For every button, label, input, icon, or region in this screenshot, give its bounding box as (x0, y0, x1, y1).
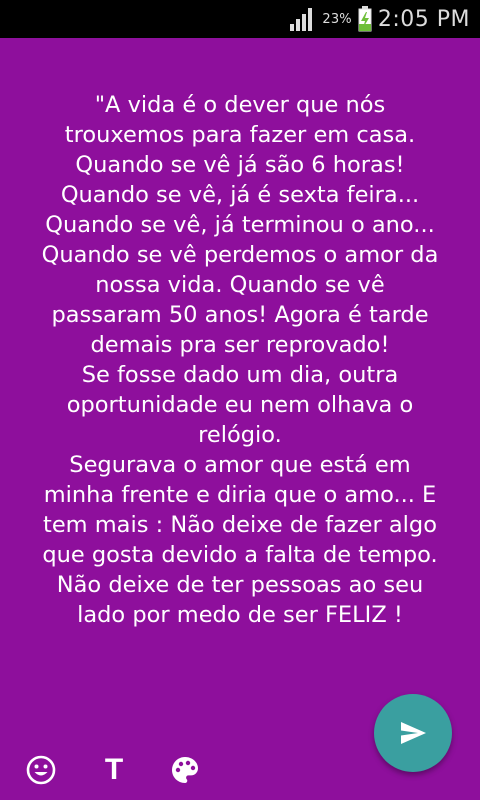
quote-canvas[interactable]: "A vida é o dever que nós trouxemos para… (0, 38, 480, 800)
emoji-button[interactable] (19, 748, 63, 792)
emoji-icon (26, 755, 56, 785)
palette-icon (172, 757, 198, 783)
status-icons: 23% 2:05 PM (288, 0, 470, 38)
text-icon: T (104, 753, 124, 786)
status-bar: 23% 2:05 PM (0, 0, 480, 38)
signal-icon (290, 8, 313, 31)
send-icon (401, 722, 426, 744)
send-button[interactable] (374, 694, 452, 772)
battery-percent: 23% (322, 11, 352, 27)
color-palette-button[interactable] (163, 748, 207, 792)
text-style-button[interactable]: T (92, 748, 136, 792)
battery-charging-icon (358, 6, 372, 32)
quote-text[interactable]: "A vida é o dever que nós trouxemos para… (14, 90, 466, 630)
editor-toolbar: T (0, 694, 480, 800)
clock: 2:05 PM (377, 6, 470, 32)
